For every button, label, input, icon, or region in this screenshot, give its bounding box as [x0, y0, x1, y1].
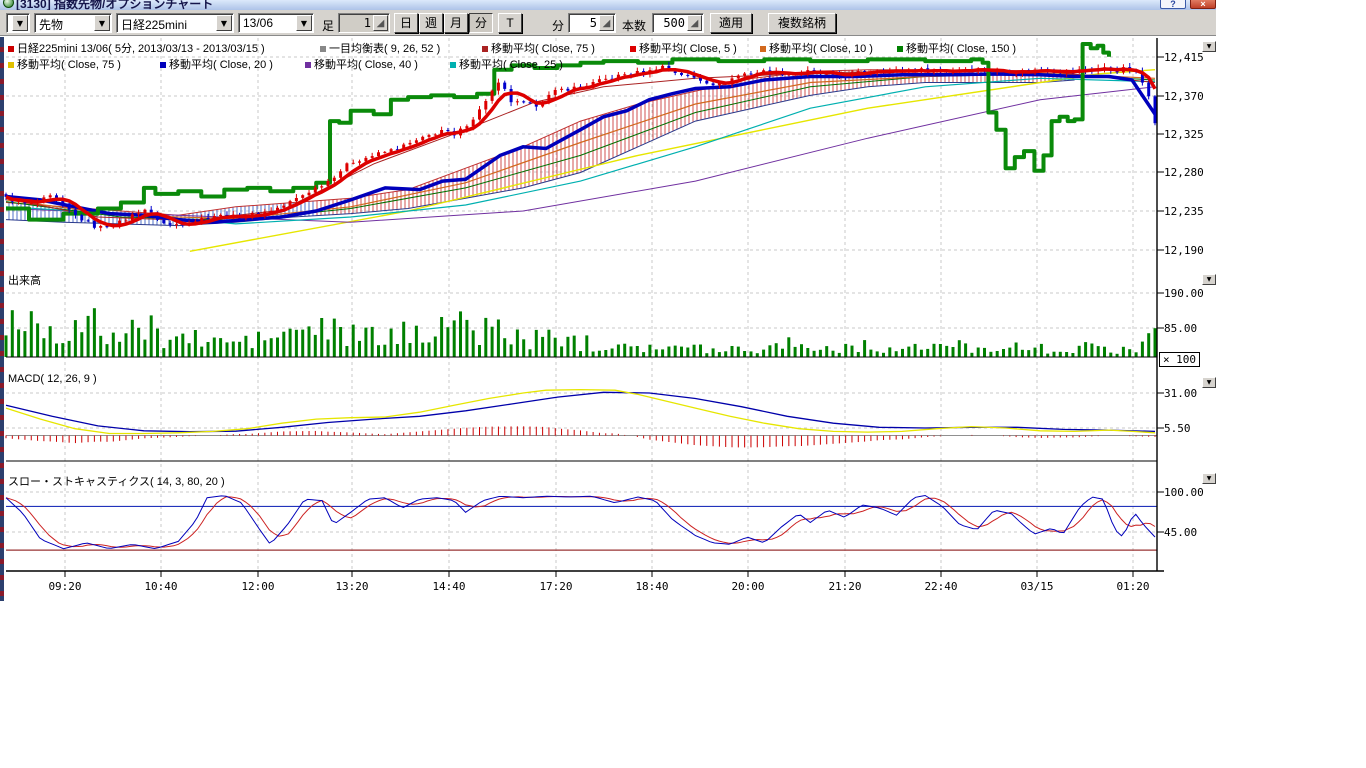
title-bar[interactable]: [3130] 指数先物/オプションチャート ? × — [0, 0, 1216, 10]
chart-canvas[interactable] — [0, 0, 1216, 601]
bar-count-input[interactable] — [341, 15, 371, 31]
spinner-icon[interactable]: ◢ — [599, 15, 614, 31]
minute-label: 分 — [552, 17, 564, 34]
category-value: 先物 — [39, 16, 63, 33]
app-icon — [3, 0, 14, 8]
multi-symbol-button[interactable]: 複数銘柄 — [768, 13, 836, 33]
pane-menu-button[interactable]: ▼ — [1202, 274, 1216, 285]
minute-input[interactable] — [571, 15, 597, 31]
bars-input[interactable] — [655, 15, 685, 31]
bar-count-spinner[interactable]: ◢ — [338, 13, 390, 33]
period-button-month[interactable]: 月 — [444, 13, 468, 33]
bar-label: 足 — [322, 17, 334, 34]
close-button[interactable]: × — [1190, 0, 1216, 9]
window-left-border — [0, 36, 4, 601]
symbol-combo[interactable]: 日経225mini ▼ — [116, 13, 234, 33]
pane-menu-button[interactable]: ▼ — [1202, 377, 1216, 388]
spinner-icon[interactable]: ◢ — [373, 15, 388, 31]
bars-spinner[interactable]: ◢ — [652, 13, 704, 33]
chevron-down-icon[interactable]: ▼ — [216, 15, 232, 31]
chevron-down-icon[interactable]: ▼ — [296, 15, 312, 31]
chevron-down-icon[interactable]: ▼ — [94, 15, 110, 31]
minute-spinner[interactable]: ◢ — [568, 13, 616, 33]
chart-window: [3130] 指数先物/オプションチャート ? × ▼ 先物 ▼ 日経225mi… — [0, 0, 1216, 601]
window-title: [3130] 指数先物/オプションチャート — [16, 0, 213, 10]
contract-value: 13/06 — [243, 16, 273, 30]
chart-type-combo[interactable]: ▼ — [6, 13, 30, 33]
apply-button[interactable]: 適用 — [710, 13, 752, 33]
pane-menu-button[interactable]: ▼ — [1202, 41, 1216, 52]
symbol-value: 日経225mini — [121, 16, 187, 33]
contract-combo[interactable]: 13/06 ▼ — [238, 13, 314, 33]
period-button-tick[interactable]: T — [498, 13, 522, 33]
period-button-day[interactable]: 日 — [394, 13, 418, 33]
period-button-week[interactable]: 週 — [419, 13, 443, 33]
spinner-icon[interactable]: ◢ — [687, 15, 702, 31]
period-button-minute[interactable]: 分 — [469, 13, 493, 33]
pane-menu-button[interactable]: ▼ — [1202, 473, 1216, 484]
chevron-down-icon[interactable]: ▼ — [12, 15, 28, 31]
help-button[interactable]: ? — [1160, 0, 1186, 9]
toolbar: ▼ 先物 ▼ 日経225mini ▼ 13/06 ▼ 足 ◢ 日 週 月 分 T… — [0, 10, 1216, 36]
category-combo[interactable]: 先物 ▼ — [34, 13, 112, 33]
count-label: 本数 — [622, 17, 646, 34]
